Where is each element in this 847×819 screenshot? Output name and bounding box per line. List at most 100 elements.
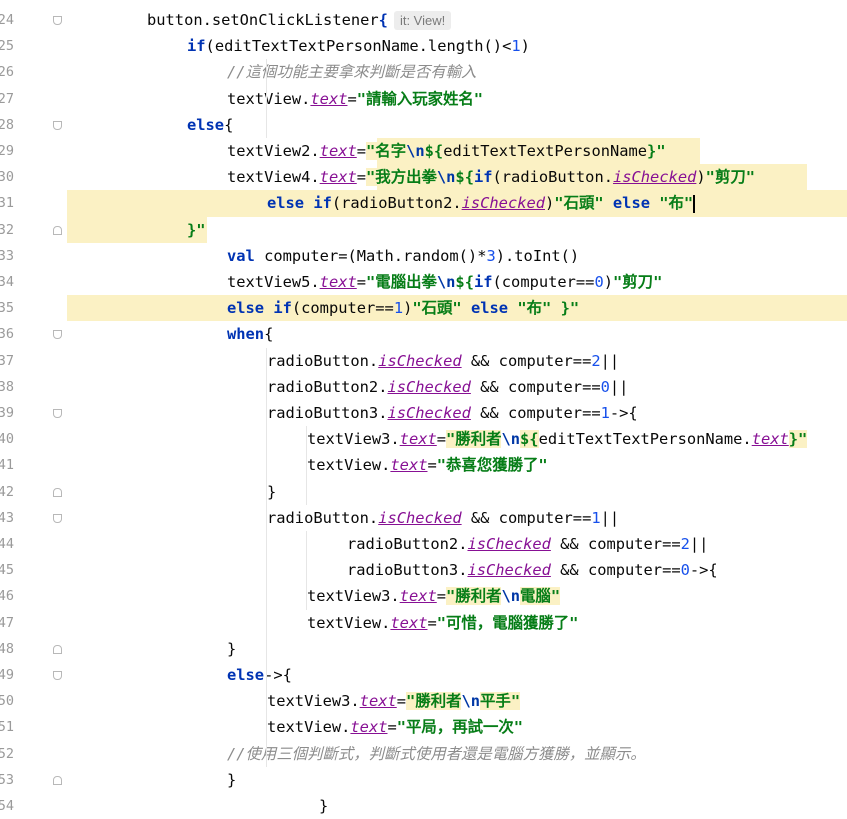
code-text: textView5.text="電腦出拳\n${if(computer==0)"…	[227, 269, 662, 295]
code-text: else if(computer==1)"石頭" else "布" }"	[227, 295, 579, 321]
code-token: \n	[501, 587, 521, 606]
code-token: 2	[591, 351, 601, 370]
code-line[interactable]: textView.text="可惜，電腦獲勝了"	[67, 610, 847, 636]
code-editor[interactable]: button.setOnClickListener{it: View! if(ed…	[67, 0, 847, 815]
code-line[interactable]: //使用三個判斷式，判斷式使用者還是電腦方獲勝，並顯示。	[67, 741, 847, 767]
code-text: //這個功能主要拿來判斷是否有輸入	[227, 59, 476, 85]
code-line[interactable]: radioButton.isChecked && computer==2||	[67, 348, 847, 374]
code-line[interactable]: else->{	[67, 662, 847, 688]
match-highlight	[67, 216, 207, 243]
line-number: 41	[0, 457, 14, 474]
line-number: 40	[0, 431, 14, 448]
code-token: {	[264, 325, 274, 344]
code-line[interactable]: textView.text="請輸入玩家姓名"	[67, 86, 847, 112]
line-number: 47	[0, 614, 14, 631]
fold-marker-icon[interactable]	[53, 120, 62, 130]
code-token: "名字	[366, 142, 407, 160]
code-token: ||	[609, 377, 629, 396]
code-token: 1	[600, 404, 610, 422]
code-token: 3	[486, 246, 496, 265]
code-line[interactable]: }	[67, 479, 847, 505]
code-token: textView5.	[227, 273, 320, 291]
code-line[interactable]: radioButton.isChecked && computer==1||	[67, 505, 847, 531]
code-text: }	[227, 767, 236, 793]
code-token: {	[224, 115, 234, 134]
fold-marker-icon[interactable]	[53, 644, 62, 654]
code-token: "我方出拳	[366, 168, 437, 187]
code-token: radioButton2.	[267, 377, 388, 396]
code-token: (radioButton.	[492, 168, 613, 187]
code-token: )	[520, 37, 530, 56]
code-token: textView.	[267, 718, 351, 737]
code-token: isChecked	[387, 377, 471, 396]
code-line[interactable]: }	[67, 767, 847, 793]
fold-marker-icon[interactable]	[53, 775, 62, 785]
line-number: 27	[0, 90, 14, 107]
code-token: text	[399, 430, 437, 449]
code-token: (computer==	[291, 299, 394, 318]
line-number: 25	[0, 38, 14, 55]
code-token: isChecked	[467, 535, 551, 553]
code-token: && computer==	[550, 535, 681, 553]
code-line[interactable]: textView.text="平局，再試一次"	[67, 714, 847, 740]
code-text: textView4.text="我方出拳\n${if(radioButton.i…	[227, 164, 755, 190]
code-token: textView4.	[227, 168, 320, 187]
code-line[interactable]: textView4.text="我方出拳\n${if(radioButton.i…	[67, 164, 847, 191]
code-line[interactable]: radioButton2.isChecked && computer==0||	[67, 374, 847, 400]
line-number: 34	[0, 274, 14, 290]
code-line[interactable]: textView3.text="勝利者\n平手"	[67, 688, 847, 714]
code-token: 平手"	[480, 692, 521, 711]
code-line[interactable]: }	[67, 793, 847, 819]
code-token: =	[436, 587, 447, 606]
code-token: if	[473, 273, 493, 291]
fold-marker-icon[interactable]	[53, 330, 62, 340]
code-line[interactable]: else{	[67, 112, 847, 138]
code-token: ->{	[264, 666, 292, 684]
code-text: radioButton2.isChecked && computer==2||	[347, 531, 708, 557]
code-token: if	[187, 37, 206, 56]
code-line[interactable]: //這個功能主要拿來判斷是否有輸入	[67, 59, 847, 85]
code-line[interactable]: }"	[67, 216, 847, 243]
code-line[interactable]: if(editTextTextPersonName.length()<1)	[67, 33, 847, 59]
code-line[interactable]: radioButton2.isChecked && computer==2||	[67, 531, 847, 557]
indent-guide	[266, 347, 267, 767]
fold-marker-icon[interactable]	[53, 16, 62, 25]
code-line[interactable]: textView.text="恭喜您獲勝了"	[67, 452, 847, 478]
code-token: 1	[511, 37, 521, 56]
code-token: "勝利者	[446, 430, 502, 449]
code-token: && computer==	[550, 561, 681, 580]
code-token: editTextTextPersonName.	[538, 430, 752, 449]
fold-marker-icon[interactable]	[53, 225, 62, 235]
code-line[interactable]: textView2.text="名字\n${editTextTextPerson…	[67, 138, 847, 165]
code-token: text	[319, 168, 357, 187]
code-text: else{	[187, 112, 233, 138]
fold-marker-icon[interactable]	[53, 671, 62, 680]
code-token: text	[390, 456, 428, 475]
fold-marker-icon[interactable]	[53, 409, 62, 418]
code-line[interactable]: button.setOnClickListener{it: View!	[67, 7, 847, 33]
code-line[interactable]: when{	[67, 321, 847, 347]
code-line[interactable]: textView5.text="電腦出拳\n${if(computer==0)"…	[67, 269, 847, 295]
code-line[interactable]: textView3.text="勝利者\n${editTextTextPerso…	[67, 426, 847, 452]
code-line[interactable]: }	[67, 636, 847, 662]
fold-marker-icon[interactable]	[53, 487, 62, 497]
code-line[interactable]: val computer=(Math.random()*3).toInt()	[67, 243, 847, 269]
code-token: )	[545, 194, 555, 213]
code-token: textView3.	[307, 430, 400, 449]
code-line[interactable]: radioButton3.isChecked && computer==0->{	[67, 557, 847, 583]
code-line[interactable]: radioButton3.isChecked && computer==1->{	[67, 400, 847, 426]
code-line[interactable]: textView3.text="勝利者\n電腦"	[67, 583, 847, 609]
code-token: when	[227, 325, 265, 344]
code-line[interactable]: else if(radioButton2.isChecked)"石頭" else…	[67, 190, 847, 217]
line-number: 33	[0, 247, 14, 264]
line-number: 42	[0, 483, 14, 500]
code-token: radioButton.	[267, 351, 379, 370]
code-token: "勝利者	[446, 587, 502, 606]
code-token: else	[612, 194, 650, 213]
code-token: ||	[689, 535, 709, 553]
code-line[interactable]: else if(computer==1)"石頭" else "布" }"	[67, 295, 847, 322]
fold-marker-icon[interactable]	[53, 513, 62, 523]
code-text: val computer=(Math.random()*3).toInt()	[227, 243, 579, 269]
